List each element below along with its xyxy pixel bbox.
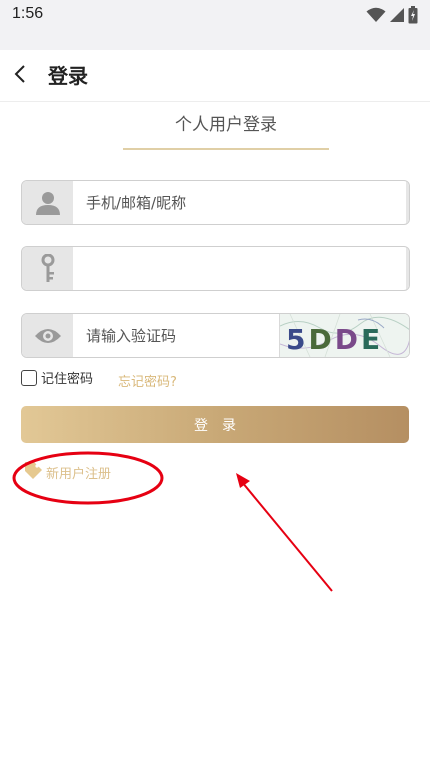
password-field [21, 246, 410, 291]
eye-icon [22, 314, 73, 357]
status-bar: 1:56 [0, 0, 430, 50]
battery-icon [408, 6, 418, 28]
register-label: 新用户注册 [46, 466, 112, 482]
user-icon [22, 181, 73, 224]
account-field [21, 180, 410, 225]
register-link[interactable]: 新用户注册 [24, 461, 111, 483]
back-button[interactable] [6, 62, 34, 90]
login-options: 记住密码 忘记密码? [21, 368, 410, 392]
remember-label: 记住密码 [41, 372, 94, 387]
login-button[interactable]: 登录 [21, 406, 409, 443]
captcha-char: 5 [286, 323, 308, 356]
signal-icon [389, 7, 405, 27]
captcha-input[interactable] [73, 314, 279, 357]
captcha-char: D [308, 323, 334, 356]
forgot-password-link[interactable]: 忘记密码? [118, 371, 177, 390]
captcha-text: 5DDE [286, 323, 383, 356]
remember-checkbox[interactable] [21, 369, 37, 386]
page-title: 登录 [48, 64, 88, 88]
captcha-char: E [361, 323, 383, 356]
tab-personal-login[interactable]: 个人用户登录 [123, 112, 329, 150]
key-icon [22, 247, 73, 290]
chevron-left-icon [12, 64, 28, 88]
captcha-char: D [335, 323, 361, 356]
tag-icon [24, 461, 42, 483]
captcha-image[interactable]: 5DDE [279, 314, 409, 357]
account-input[interactable] [73, 181, 409, 224]
remember-password[interactable]: 记住密码 [21, 368, 93, 387]
status-icons [366, 6, 418, 28]
annotation-arrow [241, 481, 333, 592]
password-input[interactable] [73, 247, 409, 290]
status-time: 1:56 [12, 5, 44, 22]
wifi-icon [366, 7, 386, 27]
captcha-field: 5DDE [21, 313, 410, 358]
annotation-arrowhead [236, 473, 250, 488]
app-header: 登录 [0, 50, 430, 102]
